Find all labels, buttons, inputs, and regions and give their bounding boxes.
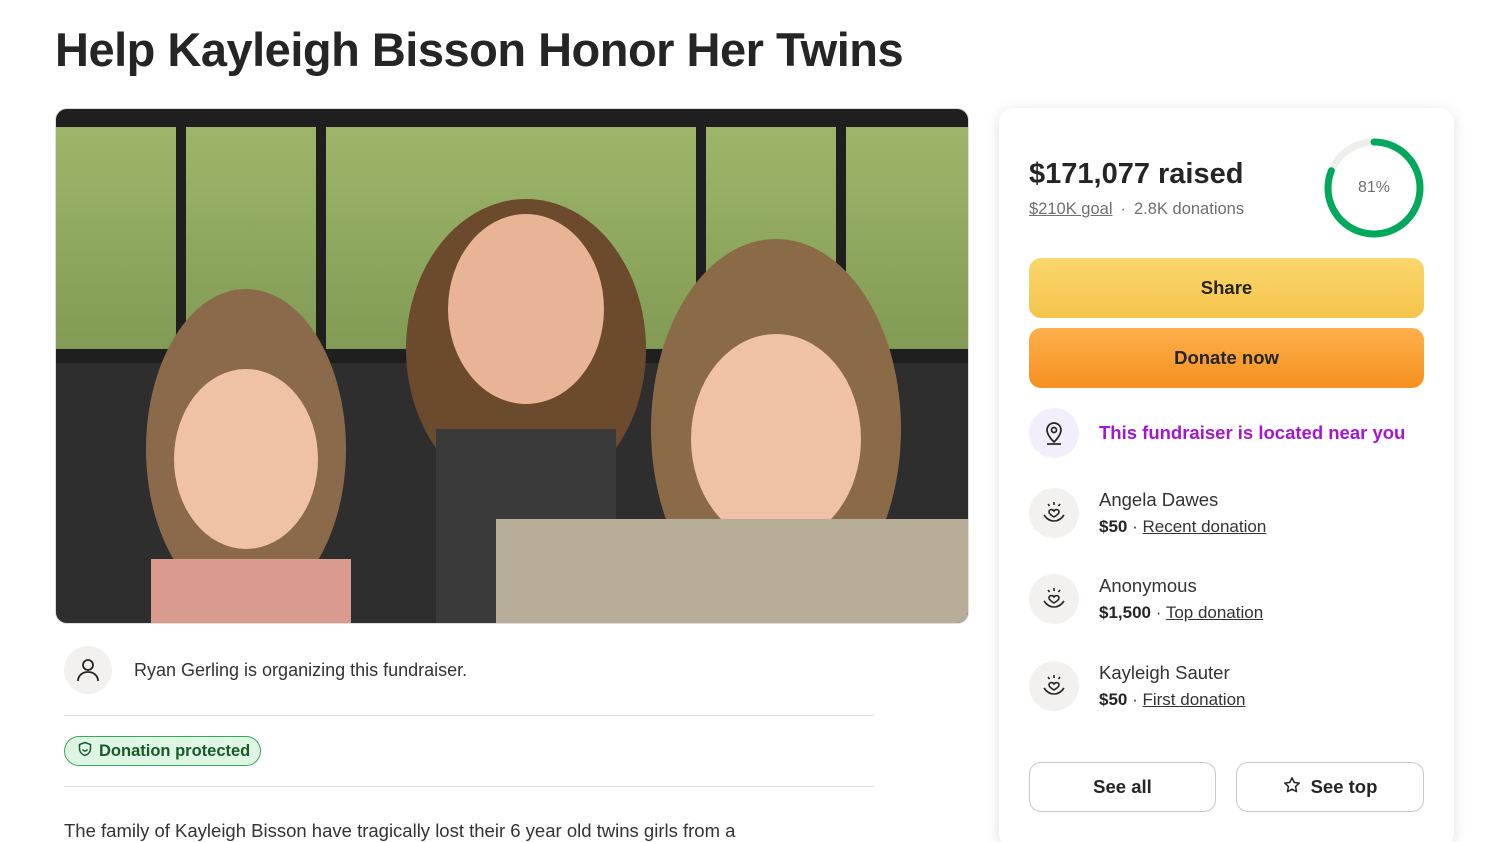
donor-amount: $50 [1099, 690, 1128, 709]
person-icon [64, 646, 112, 694]
donate-now-button[interactable]: Donate now [1029, 328, 1424, 388]
heart-hands-icon [1029, 488, 1079, 538]
donor-kind-link[interactable]: Recent donation [1142, 517, 1266, 536]
divider [64, 715, 874, 716]
donor-name: Anonymous [1099, 575, 1197, 596]
share-button[interactable]: Share [1029, 258, 1424, 318]
donor-item: Angela Dawes $50 · Recent donation [1029, 488, 1266, 539]
donor-item: Kayleigh Sauter $50 · First donation [1029, 661, 1245, 712]
star-icon [1283, 776, 1301, 799]
shield-icon [77, 741, 93, 762]
donation-count: 2.8K donations [1134, 200, 1245, 218]
donor-kind-link[interactable]: Top donation [1166, 603, 1263, 622]
organizer-row: Ryan Gerling is organizing this fundrais… [64, 646, 874, 694]
page-title: Help Kayleigh Bisson Honor Her Twins [55, 23, 904, 76]
divider [64, 786, 874, 787]
meta-separator: · [1120, 200, 1127, 218]
donation-card: $171,077 raised $210K goal · 2.8K donation… [999, 108, 1454, 842]
heart-hands-icon [1029, 661, 1079, 711]
see-top-label: See top [1310, 776, 1378, 797]
donor-amount: $1,500 [1099, 603, 1151, 622]
organizer-text: Ryan Gerling is organizing this fundrais… [134, 659, 468, 680]
near-you-row: This fundraiser is located near you [1029, 408, 1405, 458]
donor-kind-link[interactable]: First donation [1142, 690, 1245, 709]
amount-raised: $171,077 raised [1029, 158, 1244, 190]
near-you-text: This fundraiser is located near you [1099, 422, 1406, 443]
fundraiser-photo [55, 108, 969, 624]
location-pin-icon [1029, 408, 1079, 458]
goal-meta: $210K goal · 2.8K donations [1029, 200, 1244, 219]
progress-label: 81% [1357, 179, 1391, 196]
donor-name: Angela Dawes [1099, 489, 1219, 510]
donor-item: Anonymous $1,500 · Top donation [1029, 574, 1263, 625]
story-text: The family of Kayleigh Bisson have tragi… [64, 820, 736, 841]
donation-protected-badge[interactable]: Donation protected [64, 736, 262, 766]
badge-label: Donation protected [99, 741, 251, 760]
goal-link[interactable]: $210K goal [1029, 200, 1113, 218]
see-top-button[interactable]: See top [1236, 762, 1424, 812]
donor-amount: $50 [1099, 517, 1128, 536]
donor-name: Kayleigh Sauter [1099, 662, 1230, 683]
progress-ring: 81% [1323, 137, 1425, 239]
see-all-button[interactable]: See all [1029, 762, 1216, 812]
heart-hands-icon [1029, 574, 1079, 624]
